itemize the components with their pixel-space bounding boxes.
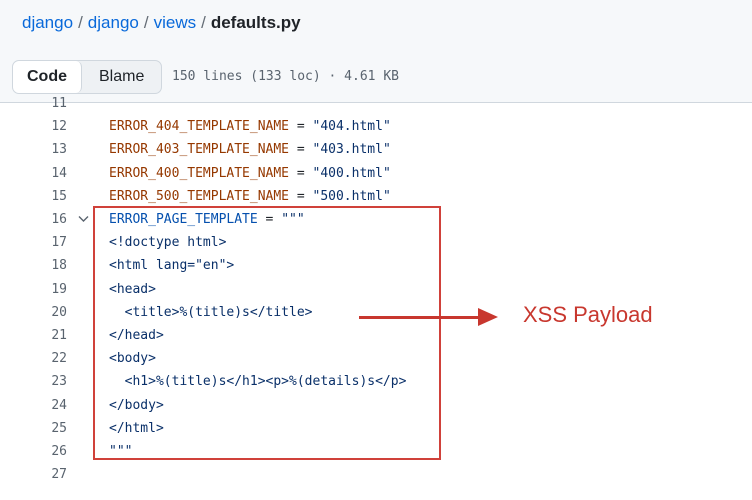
code-text: ERROR_500_TEMPLATE_NAME = "500.html" — [109, 185, 391, 208]
line-number[interactable]: 21 — [27, 324, 67, 347]
code-text: ERROR_400_TEMPLATE_NAME = "400.html" — [109, 162, 391, 185]
code-token: "500.html" — [312, 188, 391, 204]
breadcrumb-separator: / — [143, 13, 149, 32]
code-token: "400.html" — [312, 165, 391, 181]
line-number[interactable]: 14 — [27, 162, 67, 185]
view-mode-toggle: Code Blame — [12, 60, 163, 94]
code-line: 15 ERROR_500_TEMPLATE_NAME = "500.html" — [0, 185, 752, 208]
line-number[interactable]: 25 — [27, 417, 67, 440]
breadcrumb-separator: / — [78, 13, 83, 32]
line-number[interactable]: 18 — [27, 254, 67, 277]
annotation-arrow-line — [359, 316, 483, 319]
line-number[interactable]: 27 — [27, 463, 67, 486]
line-number[interactable]: 16 — [27, 208, 67, 231]
line-number[interactable]: 24 — [27, 394, 67, 417]
code-token: ERROR_403_TEMPLATE_NAME — [109, 142, 290, 158]
code-token: = — [289, 165, 313, 181]
line-number[interactable]: 15 — [27, 185, 67, 208]
breadcrumb-repo-link[interactable]: django — [22, 13, 73, 32]
code-text: ERROR_403_TEMPLATE_NAME = "403.html" — [109, 138, 391, 161]
code-token: = — [289, 188, 313, 204]
blame-view-button[interactable]: Blame — [82, 61, 161, 93]
breadcrumb-dir-views-link[interactable]: views — [154, 13, 197, 32]
code-line: 27 — [0, 463, 752, 486]
line-number[interactable]: 12 — [27, 115, 67, 138]
line-number[interactable]: 11 — [27, 92, 67, 115]
file-info: 150 lines (133 loc) · 4.61 KB — [172, 69, 399, 84]
code-token: "403.html" — [312, 142, 391, 158]
breadcrumb-current-file: defaults.py — [210, 13, 301, 32]
breadcrumb-bar: django / django / views / defaults.py — [0, 0, 752, 52]
annotation-arrow-head-icon — [478, 308, 498, 326]
payload-highlight-box — [93, 206, 441, 460]
breadcrumb-dir-django-link[interactable]: django — [88, 13, 139, 32]
line-number[interactable]: 23 — [27, 370, 67, 393]
code-line: 11 — [0, 92, 752, 115]
code-token: = — [289, 142, 313, 158]
line-number[interactable]: 13 — [27, 138, 67, 161]
line-number[interactable]: 20 — [27, 301, 67, 324]
code-token: "404.html" — [312, 119, 391, 135]
code-line: 12 ERROR_404_TEMPLATE_NAME = "404.html" — [0, 115, 752, 138]
code-token: = — [289, 119, 313, 135]
chevron-down-icon[interactable] — [78, 208, 92, 231]
line-number[interactable]: 19 — [27, 278, 67, 301]
code-text: ERROR_404_TEMPLATE_NAME = "404.html" — [109, 115, 391, 138]
line-number[interactable]: 26 — [27, 440, 67, 463]
xss-payload-annotation: XSS Payload — [523, 302, 653, 327]
code-view-button[interactable]: Code — [13, 61, 82, 93]
line-number[interactable]: 17 — [27, 231, 67, 254]
code-token: ERROR_404_TEMPLATE_NAME — [109, 119, 290, 135]
breadcrumb: django / django / views / defaults.py — [22, 13, 301, 33]
line-number[interactable]: 22 — [27, 347, 67, 370]
code-line: 14 ERROR_400_TEMPLATE_NAME = "400.html" — [0, 162, 752, 185]
code-token: ERROR_400_TEMPLATE_NAME — [109, 165, 290, 181]
code-token: ERROR_500_TEMPLATE_NAME — [109, 188, 290, 204]
code-line: 13 ERROR_403_TEMPLATE_NAME = "403.html" — [0, 138, 752, 161]
breadcrumb-separator: / — [201, 13, 206, 32]
